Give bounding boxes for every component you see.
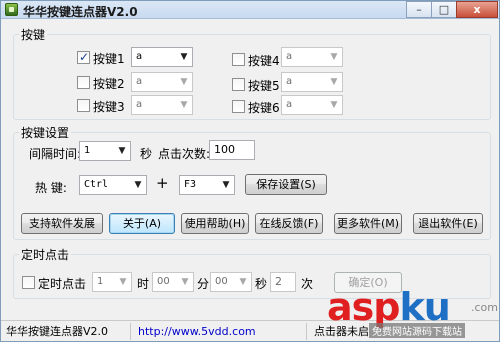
key1-value: a (136, 51, 143, 62)
aspku-watermark-logo: aspku .com 免费网站源码下载站 (323, 285, 499, 341)
second-label: 秒 (255, 277, 268, 291)
chevron-down-icon: ▼ (181, 277, 189, 287)
minute-label: 分 (197, 277, 210, 291)
watermark-subtitle: 免费网站源码下载站 (369, 323, 465, 338)
app-window: 华华按键连点器V2.0 – □ x 按键 按键1 a ▼ 按键2 a ▼ 按键3… (0, 0, 500, 342)
chevron-down-icon: ▼ (180, 52, 188, 62)
chevron-down-icon: ▼ (222, 180, 230, 190)
status-app-name: 华华按键连点器V2.0 (3, 323, 131, 340)
hour-value: 1 (97, 276, 104, 287)
support-button[interactable]: 支持软件发展 (21, 213, 103, 234)
feedback-button[interactable]: 在线反馈(F) (255, 213, 323, 234)
settings-group-label: 按键设置 (19, 124, 72, 141)
interval-label: 间隔时间: (29, 147, 82, 161)
key2-label: 按键2 (93, 77, 125, 91)
keys-group-label: 按键 (19, 26, 48, 43)
maximize-button[interactable]: □ (431, 1, 457, 18)
key6-label: 按键6 (248, 101, 280, 115)
seconds-label: 秒 (140, 147, 153, 161)
key2-select[interactable]: a ▼ (131, 72, 193, 92)
app-icon (5, 3, 18, 16)
timer-group-label: 定时点击 (19, 246, 72, 263)
minute-value: 00 (157, 276, 170, 287)
key5-label: 按键5 (248, 79, 280, 93)
hotkey-key-value: F3 (184, 179, 197, 190)
plus-sign: + (156, 174, 169, 192)
times-label: 次 (301, 277, 314, 291)
status-url-link[interactable]: http://www.5vdd.com (135, 323, 307, 340)
second-value: 00 (215, 276, 228, 287)
save-settings-button[interactable]: 保存设置(S) (245, 174, 327, 195)
hour-select[interactable]: 1 ▼ (92, 272, 132, 292)
about-button[interactable]: 关于(A) (109, 213, 175, 234)
chevron-down-icon: ▼ (119, 277, 127, 287)
minute-select[interactable]: 00 ▼ (152, 272, 194, 292)
key1-checkbox[interactable] (77, 50, 90, 64)
interval-select[interactable]: 1 ▼ (79, 141, 131, 161)
timer-checkbox[interactable] (22, 276, 35, 289)
key5-value: a (286, 76, 293, 87)
key1-select[interactable]: a ▼ (131, 47, 193, 67)
more-software-button[interactable]: 更多软件(M) (334, 213, 402, 234)
chevron-down-icon: ▼ (180, 100, 188, 110)
window-title: 华华按键连点器V2.0 (23, 5, 138, 19)
key4-label: 按键4 (248, 54, 280, 68)
timer-checkbox-label: 定时点击 (38, 277, 87, 291)
times-input[interactable]: 2 (270, 272, 296, 292)
hotkey-modifier-select[interactable]: Ctrl ▼ (79, 175, 147, 195)
key5-checkbox[interactable] (232, 78, 245, 91)
chevron-down-icon: ▼ (118, 146, 126, 156)
click-count-input[interactable]: 100 (209, 140, 255, 160)
close-button[interactable]: x (456, 1, 498, 18)
key4-value: a (286, 51, 293, 62)
key4-checkbox[interactable] (232, 53, 245, 66)
second-select[interactable]: 00 ▼ (210, 272, 252, 292)
key2-value: a (136, 76, 143, 87)
key6-checkbox[interactable] (232, 100, 245, 113)
minimize-button[interactable]: – (406, 1, 432, 18)
watermark-suffix: .com (471, 301, 498, 314)
key3-select[interactable]: a ▼ (131, 95, 193, 115)
chevron-down-icon: ▼ (330, 100, 338, 110)
key2-checkbox[interactable] (77, 76, 90, 89)
hotkey-modifier-value: Ctrl (84, 179, 109, 190)
key5-select[interactable]: a ▼ (281, 72, 343, 92)
chevron-down-icon: ▼ (330, 52, 338, 62)
key3-value: a (136, 99, 143, 110)
chevron-down-icon: ▼ (134, 180, 142, 190)
help-button[interactable]: 使用帮助(H) (181, 213, 249, 234)
exit-button[interactable]: 退出软件(E) (413, 213, 483, 234)
key6-value: a (286, 99, 293, 110)
key1-label: 按键1 (93, 52, 125, 66)
chevron-down-icon: ▼ (239, 277, 247, 287)
interval-value: 1 (84, 145, 91, 156)
hotkey-label: 热 键: (35, 181, 67, 195)
title-bar[interactable]: 华华按键连点器V2.0 – □ x (1, 1, 499, 19)
hour-label: 时 (137, 277, 150, 291)
key6-select[interactable]: a ▼ (281, 95, 343, 115)
key4-select[interactable]: a ▼ (281, 47, 343, 67)
key3-label: 按键3 (93, 100, 125, 114)
click-count-label: 点击次数: (158, 147, 211, 161)
hotkey-key-select[interactable]: F3 ▼ (179, 175, 235, 195)
chevron-down-icon: ▼ (330, 77, 338, 87)
key3-checkbox[interactable] (77, 99, 90, 112)
chevron-down-icon: ▼ (180, 77, 188, 87)
